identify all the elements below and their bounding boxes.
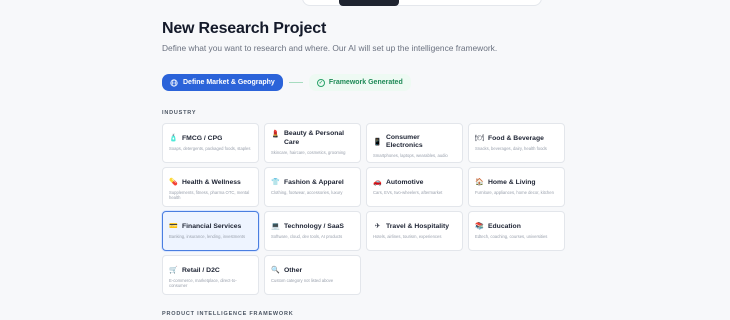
industry-card-description: E-commerce, marketplace, direct-to-consu… [169,278,237,288]
industry-card[interactable]: 🏠 Home & Living Furniture, appliances, hom… [468,167,565,207]
industry-card-header: 📚 Education [475,222,558,231]
industry-card-header: 💊 Health & Wellness [169,178,252,187]
industry-card-title: Food & Beverage [488,134,544,142]
industry-card[interactable]: 🛒 Retail / D2C E-commerce, marketplace, di… [162,255,259,295]
industry-card-description: Smartphones, laptops, wearables, audio [373,153,448,158]
industry-card-header: 🛒 Retail / D2C [169,266,252,275]
industry-card-title: Other [284,266,303,274]
industry-card-title: Home & Living [488,178,536,186]
industry-card-title: Education [488,222,521,230]
industry-card-title: Health & Wellness [182,178,241,186]
industry-card[interactable]: 📱 Consumer Electronics Smartphones, laptop… [366,123,463,163]
industry-card-description: Banking, insurance, lending, investments [169,234,246,239]
framework-section-label: PRODUCT INTELLIGENCE FRAMEWORK [162,311,294,317]
industry-card[interactable]: 💻 Technology / SaaS Software, cloud, dev t… [264,211,361,251]
industry-card-header: 💳 Financial Services [169,222,252,231]
industry-card-header: 🧴 FMCG / CPG [169,134,252,143]
industry-card-description: Skincare, haircare, cosmetics, grooming [271,150,346,155]
industry-card-header: 🚗 Automotive [373,178,456,187]
industry-card[interactable]: ✈ Travel & Hospitality Hotels, airlines, t… [366,211,463,251]
industry-card-header: ✈ Travel & Hospitality [373,222,456,231]
pill-icon: 💊 [169,179,178,186]
cart-icon: 🛒 [169,267,178,274]
industry-card-title: Consumer Electronics [386,134,423,149]
active-top-tab[interactable] [339,0,399,6]
car-icon: 🚗 [373,179,382,186]
industry-card-header: 🏠 Home & Living [475,178,558,187]
soap-icon: 🧴 [169,135,178,142]
industry-grid: 🧴 FMCG / CPG Soaps, detergents, packaged f… [162,123,565,295]
plane-icon: ✈ [374,223,381,230]
industry-card-header: 💄 Beauty & Personal Care [271,130,354,147]
food-icon: 🍽 [475,135,484,142]
industry-card-title: Automotive [386,178,424,186]
books-icon: 📚 [475,223,484,230]
industry-card-description: Edtech, coaching, courses, universities [475,234,548,239]
industry-card[interactable]: 👕 Fashion & Apparel Clothing, footwear, ac… [264,167,361,207]
page-subtitle: Define what you want to research and whe… [162,43,498,53]
industry-card-title: Travel & Hospitality [386,222,450,230]
industry-card-title: Beauty & Personal Care [284,130,345,146]
check-circle-icon: ✓ [316,78,325,87]
industry-card-description: Clothing, footwear, accessories, luxury [271,190,343,195]
industry-card-header: 👕 Fashion & Apparel [271,178,354,187]
magnifier-icon: 🔍 [271,267,280,274]
lipstick-icon: 💄 [271,131,280,138]
industry-card[interactable]: 💳 Financial Services Banking, insurance, l… [162,211,259,251]
card-icon: 💳 [169,223,178,230]
industry-card[interactable]: 🧴 FMCG / CPG Soaps, detergents, packaged f… [162,123,259,163]
step-connector [288,82,303,83]
industry-card[interactable]: 💊 Health & Wellness Supplements, fitness, … [162,167,259,207]
industry-card[interactable]: 💄 Beauty & Personal Care Skincare, haircar… [264,123,361,163]
industry-card[interactable]: 🍽 Food & Beverage Snacks, beverages, dairy… [468,123,565,163]
industry-card-header: 🍽 Food & Beverage [475,134,558,143]
industry-card[interactable]: 📚 Education Edtech, coaching, courses, uni… [468,211,565,251]
industry-card-title: Fashion & Apparel [284,178,344,186]
home-icon: 🏠 [475,179,484,186]
industry-card-title: Financial Services [182,222,242,230]
industry-card[interactable]: 🔍 Other Custom category not listed above [264,255,361,295]
industry-card-description: Cars, EVs, two-wheelers, aftermarket [373,190,443,195]
shirt-icon: 👕 [271,179,280,186]
industry-card-description: Snacks, beverages, dairy, health foods [475,146,547,151]
industry-card-header: 📱 Consumer Electronics [373,134,456,150]
step-framework-label: Framework Generated [328,79,403,86]
step-framework-generated[interactable]: ✓ Framework Generated [308,74,411,91]
industry-card-header: 🔍 Other [271,266,354,275]
industry-card-description: Hotels, airlines, tourism, experiences [373,234,442,239]
industry-card-header: 💻 Technology / SaaS [271,222,354,231]
industry-card-description: Supplements, fitness, pharma OTC, mental… [169,190,250,200]
phone-icon: 📱 [373,138,382,146]
step-define-market[interactable]: Define Market & Geography [162,74,283,91]
industry-card-title: Retail / D2C [182,266,220,274]
industry-card-title: Technology / SaaS [284,222,344,230]
industry-card-description: Software, cloud, dev tools, AI products [271,234,343,239]
industry-section-label: INDUSTRY [162,110,197,116]
top-tab-bar[interactable] [302,0,542,6]
industry-card-description: Soaps, detergents, packaged foods, stapl… [169,146,251,151]
step-define-market-label: Define Market & Geography [183,79,275,86]
industry-card-description: Furniture, appliances, home decor, kitch… [475,190,554,195]
globe-icon [170,78,178,87]
industry-card-description: Custom category not listed above [271,278,334,283]
laptop-icon: 💻 [271,223,280,230]
page-title: New Research Project [162,20,327,37]
industry-card-title: FMCG / CPG [182,134,223,142]
industry-card[interactable]: 🚗 Automotive Cars, EVs, two-wheelers, afte… [366,167,463,207]
progress-stepper: Define Market & Geography ✓ Framework Ge… [162,74,411,91]
